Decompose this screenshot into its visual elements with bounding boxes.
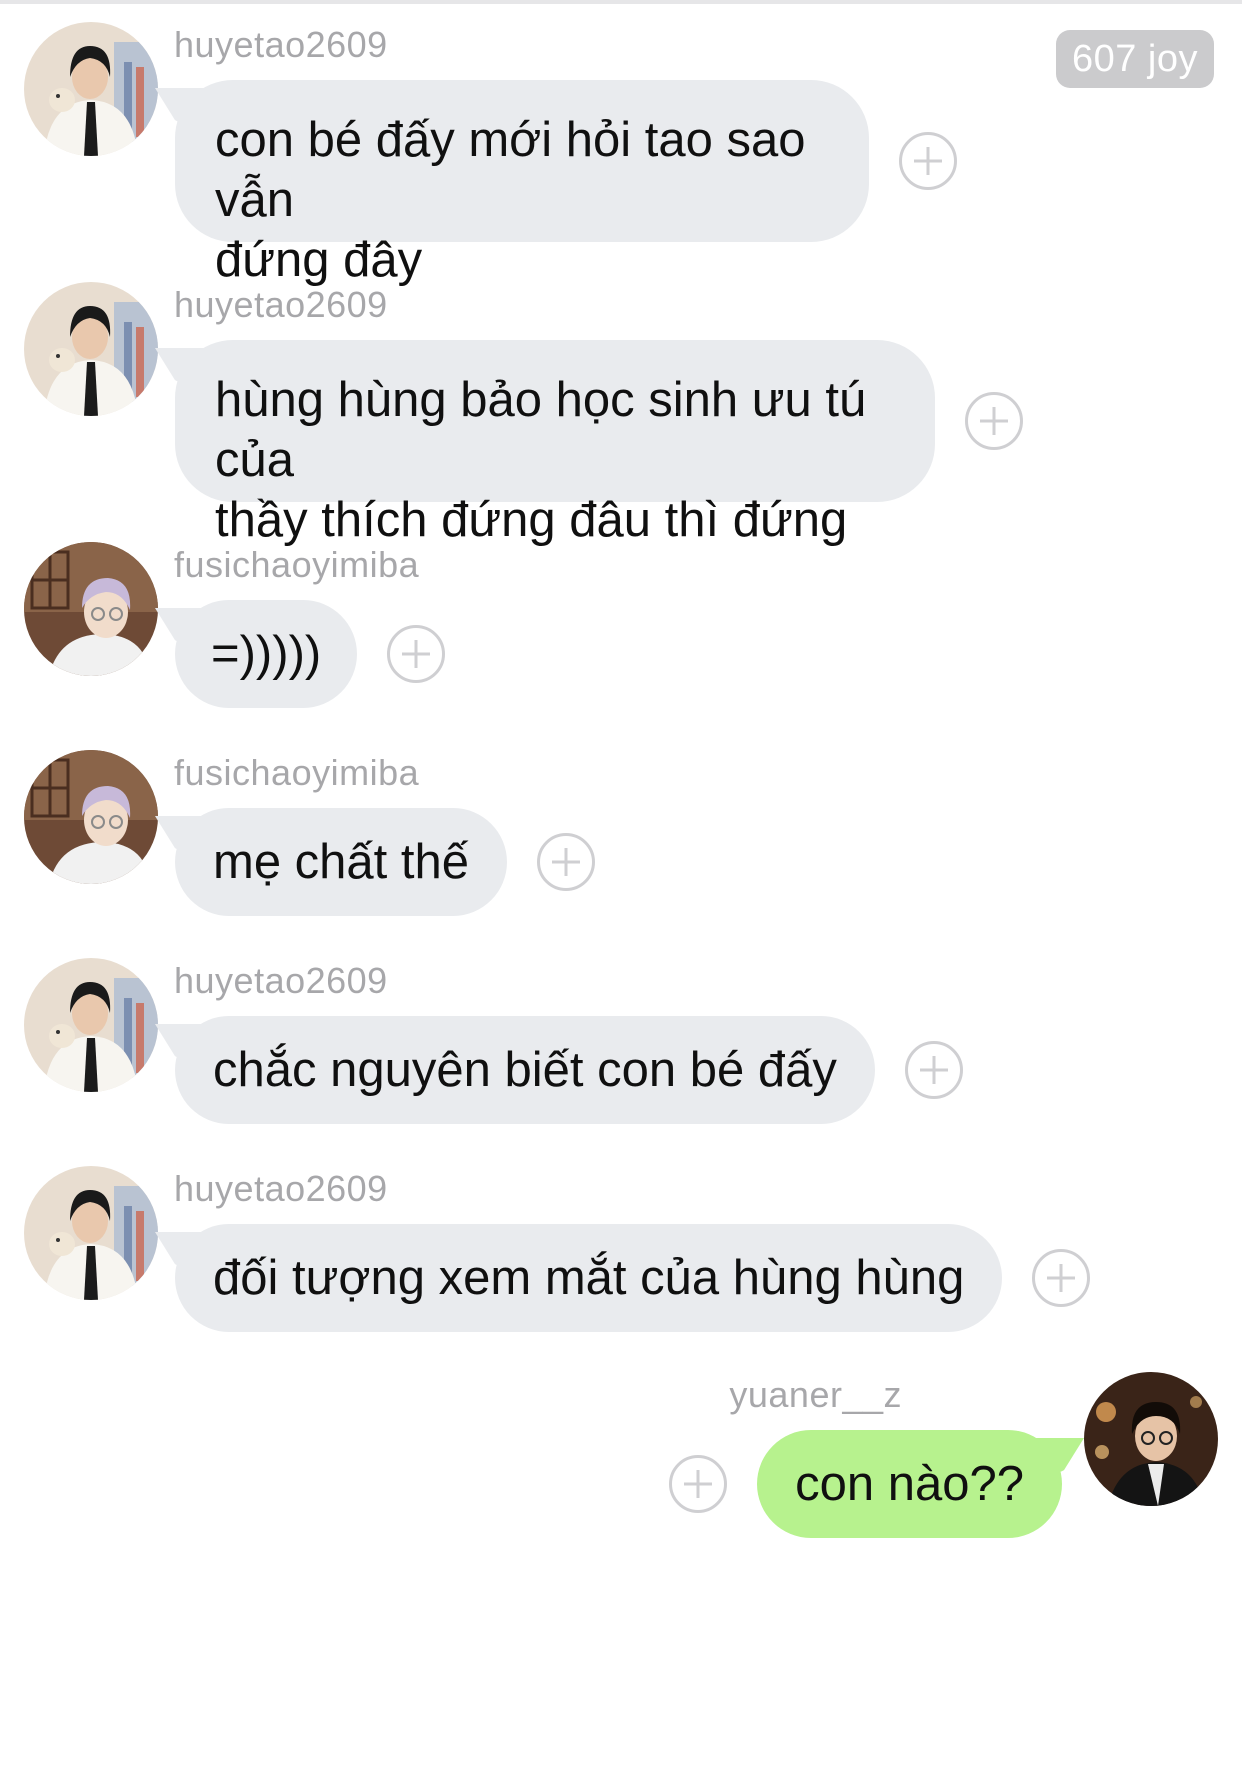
avatar-fusichao[interactable]: [24, 750, 158, 884]
sender-name: yuaner__z: [729, 1374, 902, 1415]
top-divider: [0, 0, 1242, 4]
bubble-row: con nào??: [669, 1430, 1062, 1538]
bubble-row: chắc nguyên biết con bé đấy: [175, 1016, 963, 1124]
sender-name: fusichaoyimiba: [174, 544, 420, 585]
plus-circle-icon[interactable]: [537, 833, 596, 891]
sender-name: huyetao2609: [174, 960, 388, 1001]
plus-circle-icon[interactable]: [904, 1041, 963, 1099]
sender-name: huyetao2609: [174, 24, 388, 65]
message-bubble[interactable]: chắc nguyên biết con bé đấy: [175, 1016, 875, 1124]
avatar-fusichao[interactable]: [24, 542, 158, 676]
bubble-row: =))))): [175, 600, 446, 708]
avatar-huyetao[interactable]: [24, 282, 158, 416]
plus-circle-icon[interactable]: [387, 625, 446, 683]
plus-circle-icon[interactable]: [669, 1455, 728, 1513]
sender-name: huyetao2609: [174, 284, 388, 325]
message-bubble[interactable]: con bé đấy mới hỏi tao sao vẫn đứng đây: [175, 80, 869, 287]
bubble-row: hùng hùng bảo học sinh ưu tú của thầy th…: [175, 340, 1023, 547]
avatar-huyetao[interactable]: [24, 958, 158, 1092]
avatar-yuaner[interactable]: [1084, 1372, 1218, 1506]
plus-circle-icon[interactable]: [899, 132, 957, 190]
message-bubble[interactable]: hùng hùng bảo học sinh ưu tú của thầy th…: [175, 340, 935, 547]
bubble-row: đối tượng xem mắt của hùng hùng: [175, 1224, 1091, 1332]
plus-circle-icon[interactable]: [965, 392, 1023, 450]
joy-count-badge[interactable]: 607 joy: [1055, 30, 1214, 88]
message-bubble[interactable]: đối tượng xem mắt của hùng hùng: [175, 1224, 1003, 1332]
sender-name: huyetao2609: [174, 1168, 388, 1209]
plus-circle-icon[interactable]: [1032, 1249, 1091, 1307]
message-bubble[interactable]: con nào??: [757, 1430, 1062, 1538]
avatar-huyetao[interactable]: [24, 22, 158, 156]
avatar-huyetao[interactable]: [24, 1166, 158, 1300]
bubble-row: mẹ chất thế: [175, 808, 596, 916]
message-bubble[interactable]: mẹ chất thế: [175, 808, 508, 916]
bubble-row: con bé đấy mới hỏi tao sao vẫn đứng đây: [175, 80, 957, 287]
message-bubble[interactable]: =))))): [175, 600, 358, 708]
sender-name: fusichaoyimiba: [174, 752, 420, 793]
